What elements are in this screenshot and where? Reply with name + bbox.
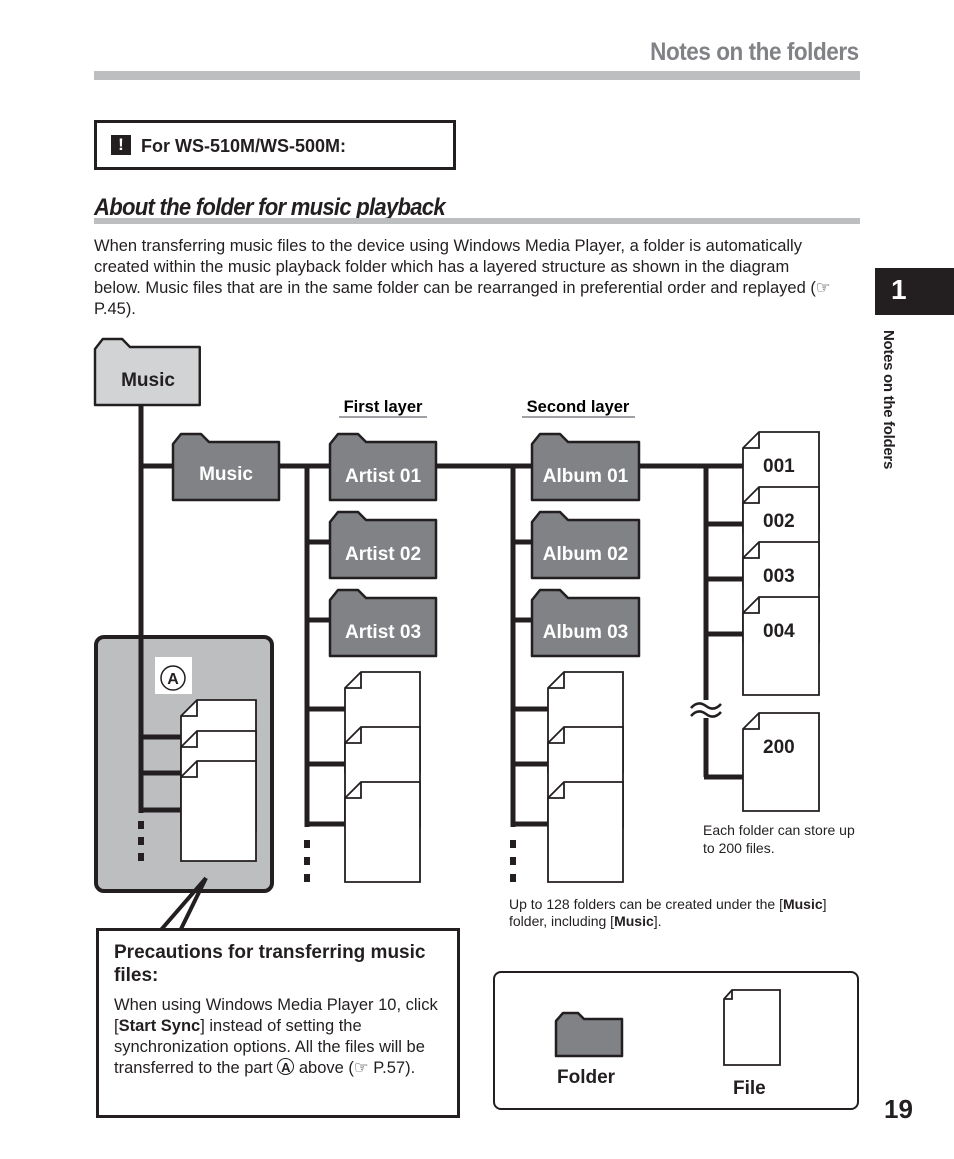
root-music-folder-label: Music	[121, 370, 175, 391]
album-folder: Album 03	[530, 588, 641, 658]
start-sync-label: Start Sync	[118, 1017, 201, 1035]
album-folder: Album 02	[530, 510, 641, 580]
artist-folders: Artist 01 Artist 02 Artist 03	[328, 432, 438, 658]
legend-folder-label: Folder	[557, 1067, 616, 1088]
part-a-ref-marker: A	[277, 1058, 295, 1075]
album-folders: Album 01 Album 02 Album 03	[530, 432, 641, 658]
file-icon	[344, 781, 421, 883]
body-text: above (☞ P.57).	[294, 1059, 416, 1077]
numbered-file: 004	[742, 596, 820, 696]
numbered-files: 001 002 003 004 200	[742, 431, 820, 812]
break-icon	[690, 702, 722, 718]
album-folder-label: Album 02	[543, 544, 629, 565]
precautions-title: Precautions for transferring music files…	[114, 942, 426, 986]
files-limit-note: Each folder can store up to 200 files.	[703, 822, 855, 856]
legend-box: Folder File	[493, 971, 859, 1110]
legend-folder-icon	[554, 1011, 624, 1058]
note-text: ].	[653, 913, 662, 929]
file-stacks	[180, 671, 624, 883]
note-bold-music: Music	[782, 896, 823, 912]
precautions-body: When using Windows Media Player 10, clic…	[114, 995, 454, 1079]
folders-limit-note: Up to 128 folders can be created under t…	[509, 896, 829, 930]
page-number: 19	[884, 1094, 913, 1124]
numbered-file: 200	[742, 712, 820, 812]
legend-icons	[554, 989, 781, 1066]
note-text: Up to 128 folders can be created under t…	[509, 896, 783, 912]
album-folder: Album 01	[530, 432, 641, 502]
album-folder-label: Album 03	[543, 622, 629, 643]
artist-folder-label: Artist 01	[345, 466, 421, 487]
numbered-file-label: 002	[763, 511, 795, 532]
precautions-box: Precautions for transferring music files…	[96, 928, 460, 1118]
numbered-file-label: 004	[763, 621, 795, 642]
part-a-marker-letter: A	[167, 671, 179, 688]
album-folder-label: Album 01	[543, 466, 629, 487]
note-bold-music: Music	[614, 913, 654, 929]
artist-folder: Artist 01	[328, 432, 438, 502]
artist-folder: Artist 02	[328, 510, 438, 580]
file-icon	[180, 760, 257, 862]
legend-file-label: File	[733, 1078, 766, 1099]
numbered-file-label: 003	[763, 566, 795, 587]
first-layer-label: First layer	[344, 398, 423, 416]
file-icon	[547, 781, 624, 883]
artist-folder: Artist 03	[328, 588, 438, 658]
second-layer-label: Second layer	[527, 398, 630, 416]
numbered-file-label: 200	[763, 737, 795, 758]
music-folder-label: Music	[199, 464, 253, 485]
artist-folder-label: Artist 03	[345, 622, 421, 643]
artist-folder-label: Artist 02	[345, 544, 421, 565]
numbered-file-label: 001	[763, 456, 795, 477]
legend-file-icon	[723, 989, 781, 1066]
